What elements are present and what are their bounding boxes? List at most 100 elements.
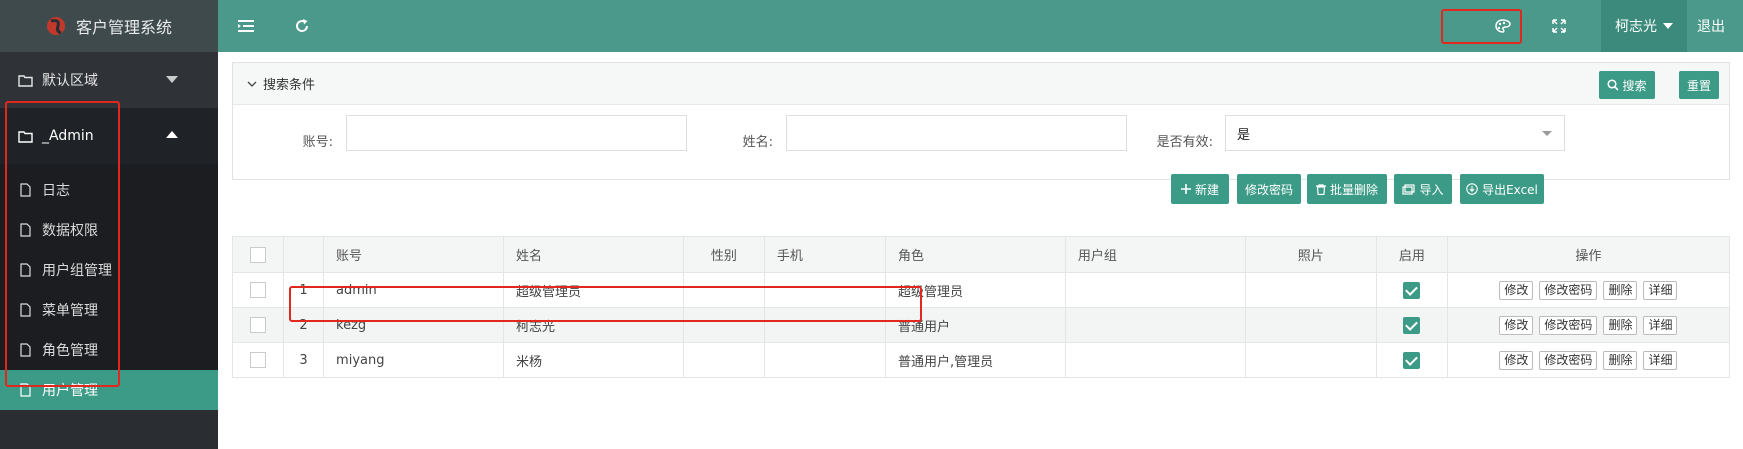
reset-button[interactable]: 重置 [1679,71,1719,99]
import-button[interactable]: 导入 [1394,174,1452,204]
column-header[interactable]: 照片 [1244,236,1377,273]
export-excel-button[interactable]: 导出Excel [1460,174,1544,204]
table-header-row: 账号 姓名 性别 手机 角色 用户组 照片 启用 操作 [231,236,1731,273]
row-index: 2 [283,307,325,343]
sidebar-item-label: 数据权限 [42,223,98,239]
cell-enabled [1375,342,1448,378]
change-password-button[interactable]: 修改密码 [1539,315,1598,335]
search-panel: 搜索条件 搜索 重置 账号: 姓名: 是否有效: 是 [232,62,1730,180]
column-header[interactable]: 手机 [763,236,886,273]
edit-button[interactable]: 修改 [1499,280,1534,300]
change-password-button[interactable]: 修改密码 [1237,174,1301,204]
cell-name: 米杨 [502,342,684,378]
table-row[interactable]: 3 miyang 米杨 普通用户,管理员 修改 修改密码 删除 详细 [231,342,1731,378]
search-button[interactable]: 搜索 [1599,71,1655,99]
user-table: 账号 姓名 性别 手机 角色 用户组 照片 启用 操作 1 admin 超级管理… [231,236,1731,378]
name-input[interactable] [786,115,1127,151]
new-button-label: 新建 [1194,182,1219,197]
sidebar-group-label: _Admin [42,128,94,144]
column-header[interactable]: 角色 [884,236,1066,273]
cell-enabled [1375,307,1448,343]
sidebar-item-data-permission[interactable]: 数据权限 [0,210,218,250]
cell-account: miyang [323,342,504,378]
cell-actions: 修改 修改密码 删除 详细 [1446,272,1731,308]
delete-button[interactable]: 删除 [1603,350,1638,370]
enabled-checkbox[interactable] [1403,316,1421,334]
cell-photo [1244,307,1377,343]
cell-group [1064,272,1246,308]
document-icon [20,383,31,397]
column-header[interactable]: 性别 [682,236,765,273]
cell-enabled [1375,272,1448,308]
new-button[interactable]: 新建 [1171,174,1229,204]
row-index: 3 [283,342,325,378]
batch-delete-button[interactable]: 批量删除 [1307,174,1387,204]
sidebar-item-user[interactable]: 用户管理 [0,370,218,410]
column-header[interactable]: 启用 [1375,236,1448,273]
caret-down-icon [1663,23,1673,29]
account-label: 账号: [302,135,333,150]
sidebar-group-admin[interactable]: _Admin [0,108,218,164]
column-header[interactable]: 用户组 [1064,236,1246,273]
cell-actions: 修改 修改密码 删除 详细 [1446,342,1731,378]
sidebar-item-label: 角色管理 [42,343,98,359]
delete-button[interactable]: 删除 [1603,280,1638,300]
index-header [283,236,325,273]
edit-button[interactable]: 修改 [1499,350,1534,370]
row-select-cell [231,342,285,378]
sidebar-item-user-group[interactable]: 用户组管理 [0,250,218,290]
reset-button-label: 重置 [1686,78,1711,93]
search-panel-header[interactable]: 搜索条件 搜索 重置 [233,63,1729,105]
app-root: 客户管理系统 默认区域 _Admin 日志 数据权限 用户组管理 菜单管理 角色… [0,0,1743,449]
sidebar-item-menu[interactable]: 菜单管理 [0,290,218,330]
sidebar-item-label: 日志 [42,183,70,199]
user-menu-button[interactable]: 柯志光 [1601,0,1687,52]
detail-button[interactable]: 详细 [1643,280,1678,300]
column-header[interactable]: 姓名 [502,236,684,273]
delete-button[interactable]: 删除 [1603,315,1638,335]
enabled-checkbox[interactable] [1403,351,1421,369]
row-checkbox[interactable] [250,352,267,368]
detail-button[interactable]: 详细 [1643,350,1678,370]
search-icon [1607,79,1620,91]
cell-role: 普通用户,管理员 [884,342,1066,378]
app-title: 客户管理系统 [75,18,172,37]
valid-select[interactable]: 是 [1225,115,1565,151]
table-row[interactable]: 2 kezg 柯志光 普通用户 修改 修改密码 删除 详细 [231,307,1731,343]
sidebar-item-role[interactable]: 角色管理 [0,330,218,370]
cell-phone [763,307,886,343]
column-header[interactable]: 账号 [323,236,504,273]
refresh-button[interactable] [274,0,330,52]
change-password-button[interactable]: 修改密码 [1539,350,1598,370]
row-checkbox[interactable] [250,282,267,298]
change-password-button[interactable]: 修改密码 [1539,280,1598,300]
folder-icon [18,130,33,143]
enabled-checkbox[interactable] [1403,281,1421,299]
row-checkbox[interactable] [250,317,267,333]
account-input[interactable] [346,115,687,151]
chevron-down-icon [247,81,257,87]
menu-toggle-button[interactable] [218,0,274,52]
cell-photo [1244,342,1377,378]
download-circle-icon [1466,183,1478,195]
main-content: 搜索条件 搜索 重置 账号: 姓名: 是否有效: 是 新建 修改密码 批量删除 … [218,52,1743,449]
logout-link[interactable]: 退出 [1687,16,1743,36]
column-header: 操作 [1446,236,1731,273]
fullscreen-button[interactable] [1531,0,1587,52]
edit-button[interactable]: 修改 [1499,315,1534,335]
search-panel-title: 搜索条件 [263,78,316,93]
refresh-icon [296,19,309,32]
chevron-up-icon [166,131,178,138]
valid-label: 是否有效: [1156,135,1213,150]
app-logo: 客户管理系统 [0,0,218,52]
table-row[interactable]: 1 admin 超级管理员 超级管理员 修改 修改密码 删除 详细 [231,272,1731,308]
theme-button[interactable] [1475,0,1531,52]
top-bar: 柯志光 退出 [218,0,1743,52]
sidebar-item-log[interactable]: 日志 [0,170,218,210]
select-all-checkbox[interactable] [250,246,267,263]
sidebar-group-default[interactable]: 默认区域 [0,52,218,108]
cell-role: 超级管理员 [884,272,1066,308]
detail-button[interactable]: 详细 [1643,315,1678,335]
row-select-cell [231,272,285,308]
cell-phone [763,272,886,308]
